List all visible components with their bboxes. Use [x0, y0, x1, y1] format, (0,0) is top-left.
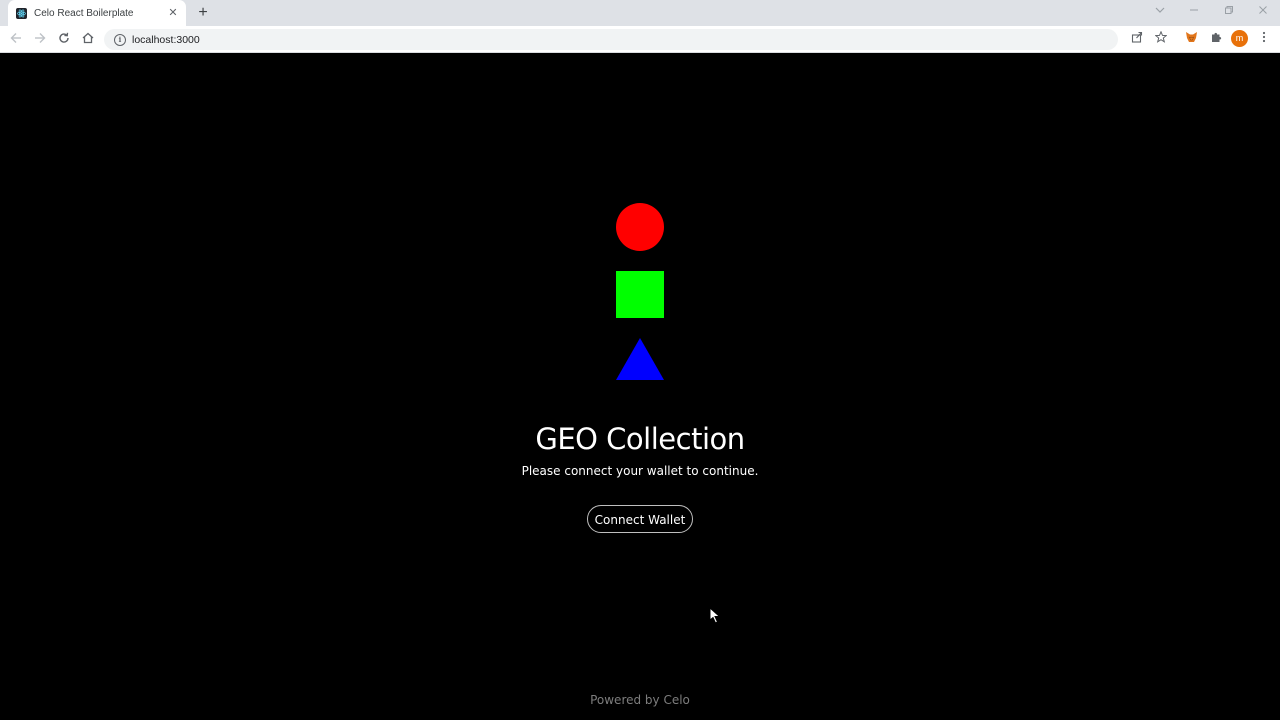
reload-icon[interactable]	[55, 31, 73, 48]
page-viewport: GEO Collection Please connect your walle…	[0, 53, 1280, 720]
browser-tab[interactable]: Celo React Boilerplate ✕	[8, 0, 186, 26]
tab-title: Celo React Boilerplate	[34, 7, 134, 19]
address-bar[interactable]: i localhost:3000	[104, 29, 1118, 50]
close-tab-icon[interactable]: ✕	[166, 6, 180, 20]
powered-by-footer: Powered by Celo	[590, 693, 690, 707]
page-title: GEO Collection	[535, 422, 745, 456]
connect-prompt: Please connect your wallet to continue.	[521, 464, 759, 478]
red-circle-icon	[616, 203, 664, 251]
bookmark-star-icon[interactable]	[1152, 30, 1170, 48]
close-window-icon[interactable]	[1253, 4, 1273, 20]
blue-triangle-icon	[616, 338, 664, 380]
back-icon[interactable]	[7, 31, 25, 48]
tab-search-icon[interactable]	[1150, 4, 1170, 20]
mouse-cursor-icon	[709, 607, 721, 624]
browser-toolbar: i localhost:3000	[0, 26, 1280, 53]
metamask-icon[interactable]	[1182, 31, 1200, 48]
new-tab-button[interactable]: +	[194, 4, 212, 22]
restore-icon[interactable]	[1219, 4, 1239, 20]
tab-strip: Celo React Boilerplate ✕ +	[0, 0, 1280, 26]
minimize-icon[interactable]	[1184, 4, 1204, 20]
home-icon[interactable]	[79, 31, 97, 48]
extensions-icon[interactable]	[1207, 31, 1225, 48]
forward-icon[interactable]	[31, 31, 49, 48]
react-favicon-icon	[16, 7, 27, 19]
url-text[interactable]: localhost:3000	[132, 34, 200, 46]
share-icon[interactable]	[1128, 31, 1146, 48]
menu-icon[interactable]	[1255, 31, 1273, 48]
profile-avatar-icon[interactable]: m	[1231, 30, 1248, 47]
connect-wallet-button[interactable]: Connect Wallet	[587, 505, 693, 533]
site-info-icon[interactable]: i	[114, 33, 126, 46]
green-square-icon	[616, 271, 664, 318]
